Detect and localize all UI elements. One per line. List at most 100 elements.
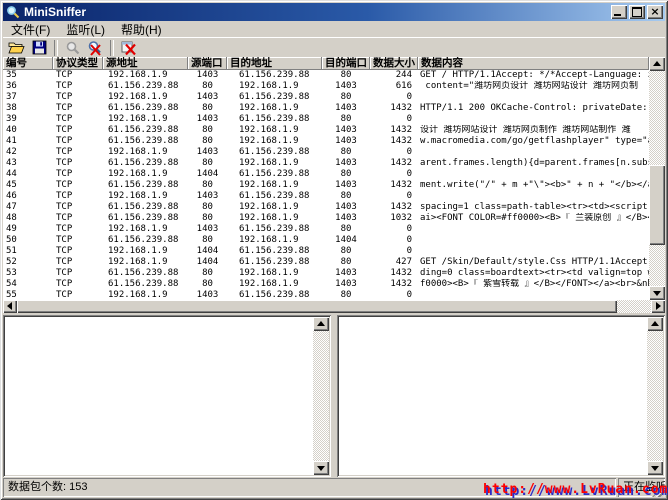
maximize-icon <box>632 7 642 17</box>
scroll-up-button[interactable] <box>313 317 329 331</box>
table-horizontal-scrollbar[interactable] <box>3 300 665 313</box>
column-header-6[interactable]: 数据大小 <box>370 57 418 70</box>
detail-panel-left[interactable] <box>3 315 331 477</box>
cell: 61.156.239.88 <box>103 235 188 246</box>
cell: 616 <box>370 81 418 92</box>
table-row[interactable]: 35TCP192.168.1.9140361.156.239.8880244GE… <box>3 70 649 81</box>
cell: 192.168.1.9 <box>103 257 188 268</box>
cell: content="潍坊网页设计 潍坊网站设计 潍坊网页制 <box>418 81 649 92</box>
cell: 1403 <box>322 81 370 92</box>
table-row[interactable]: 51TCP192.168.1.9140461.156.239.88800 <box>3 246 649 257</box>
table-row[interactable]: 50TCP61.156.239.8880192.168.1.914040 <box>3 235 649 246</box>
table-vertical-scrollbar[interactable] <box>649 57 665 300</box>
exit-capture-button[interactable] <box>117 38 140 58</box>
column-header-1[interactable]: 协议类型 <box>53 57 103 70</box>
menu-file[interactable]: 文件(F) <box>3 20 58 39</box>
cell: 1432 <box>370 268 418 279</box>
cell: 80 <box>188 125 227 136</box>
cell <box>418 169 649 180</box>
menu-listen[interactable]: 监听(L) <box>58 20 113 39</box>
cell: 192.168.1.9 <box>227 268 322 279</box>
cell: 61.156.239.88 <box>103 158 188 169</box>
cell: 192.168.1.9 <box>103 114 188 125</box>
table-row[interactable]: 55TCP192.168.1.9140361.156.239.88800 <box>3 290 649 300</box>
scroll-down-button[interactable] <box>649 286 665 300</box>
cell: 1432 <box>370 125 418 136</box>
minimize-icon <box>614 14 621 16</box>
cell: 35 <box>3 70 53 81</box>
scroll-down-button[interactable] <box>313 461 329 475</box>
vertical-scroll-thumb[interactable] <box>649 165 665 245</box>
arrow-up-icon <box>317 321 325 326</box>
cell: 1432 <box>370 279 418 290</box>
titlebar[interactable]: MiniSniffer × <box>3 3 665 21</box>
table-row[interactable]: 54TCP61.156.239.8880192.168.1.914031432f… <box>3 279 649 290</box>
column-header-2[interactable]: 源地址 <box>103 57 188 70</box>
cell: 61.156.239.88 <box>103 125 188 136</box>
cell: 192.168.1.9 <box>227 103 322 114</box>
table-row[interactable]: 41TCP61.156.239.8880192.168.1.914031432w… <box>3 136 649 147</box>
table-row[interactable]: 37TCP192.168.1.9140361.156.239.88800 <box>3 92 649 103</box>
scroll-right-button[interactable] <box>651 300 665 313</box>
cell: TCP <box>53 136 103 147</box>
cell <box>418 147 649 158</box>
cell: 0 <box>370 169 418 180</box>
scroll-up-button[interactable] <box>647 317 663 331</box>
maximize-button[interactable] <box>629 5 645 19</box>
cell: ai><FONT COLOR=#ff0000><B>『 兰装原创 』</B></ <box>418 213 649 224</box>
table-row[interactable]: 45TCP61.156.239.8880192.168.1.914031432m… <box>3 180 649 191</box>
table-row[interactable]: 43TCP61.156.239.8880192.168.1.914031432a… <box>3 158 649 169</box>
arrow-down-icon <box>317 466 325 471</box>
table-row[interactable]: 39TCP192.168.1.9140361.156.239.88800 <box>3 114 649 125</box>
detail-panel-right[interactable] <box>337 315 665 477</box>
cell: TCP <box>53 125 103 136</box>
cell: GET / HTTP/1.1Accept: */*Accept-Language… <box>418 70 649 81</box>
cell: 192.168.1.9 <box>103 70 188 81</box>
cell: 192.168.1.9 <box>227 180 322 191</box>
close-button[interactable]: × <box>647 5 663 19</box>
column-header-4[interactable]: 目的地址 <box>227 57 322 70</box>
column-header-3[interactable]: 源端口 <box>188 57 227 70</box>
cell: 61.156.239.88 <box>103 103 188 114</box>
exit-capture-icon <box>120 40 137 56</box>
cell: 192.168.1.9 <box>103 169 188 180</box>
stop-capture-button[interactable] <box>84 38 107 58</box>
cell: 1432 <box>370 136 418 147</box>
table-row[interactable]: 42TCP192.168.1.9140361.156.239.88800 <box>3 147 649 158</box>
table-row[interactable]: 48TCP61.156.239.8880192.168.1.914031032a… <box>3 213 649 224</box>
cell: 192.168.1.9 <box>103 92 188 103</box>
table-row[interactable]: 46TCP192.168.1.9140361.156.239.88800 <box>3 191 649 202</box>
cell: TCP <box>53 169 103 180</box>
scroll-up-button[interactable] <box>649 57 665 71</box>
right-panel-scrollbar[interactable] <box>647 317 663 475</box>
table-row[interactable]: 53TCP61.156.239.8880192.168.1.914031432d… <box>3 268 649 279</box>
scroll-left-button[interactable] <box>3 300 17 313</box>
menu-help[interactable]: 帮助(H) <box>113 20 170 39</box>
cell: 192.168.1.9 <box>103 290 188 300</box>
table-row[interactable]: 52TCP192.168.1.9140461.156.239.8880427GE… <box>3 257 649 268</box>
horizontal-scroll-thumb[interactable] <box>17 300 617 313</box>
table-row[interactable]: 38TCP61.156.239.8880192.168.1.914031432H… <box>3 103 649 114</box>
left-panel-scrollbar[interactable] <box>313 317 329 475</box>
column-header-5[interactable]: 目的端口 <box>322 57 370 70</box>
save-icon <box>32 40 47 55</box>
column-header-0[interactable]: 编号 <box>3 57 53 70</box>
cell: 1403 <box>322 202 370 213</box>
table-row[interactable]: 36TCP61.156.239.8880192.168.1.91403616 c… <box>3 81 649 92</box>
table-row[interactable]: 44TCP192.168.1.9140461.156.239.88800 <box>3 169 649 180</box>
table-row[interactable]: 40TCP61.156.239.8880192.168.1.914031432设… <box>3 125 649 136</box>
packet-rows: 35TCP192.168.1.9140361.156.239.8880244GE… <box>3 70 649 300</box>
open-button[interactable] <box>5 38 28 58</box>
table-row[interactable]: 47TCP61.156.239.8880192.168.1.914031432s… <box>3 202 649 213</box>
cell: 1403 <box>322 279 370 290</box>
cell <box>418 290 649 300</box>
column-header-7[interactable]: 数据内容 <box>418 57 649 70</box>
packet-table-main: 编号协议类型源地址源端口目的地址目的端口数据大小数据内容 35TCP192.16… <box>3 57 649 300</box>
arrow-up-icon <box>653 61 661 66</box>
table-row[interactable]: 49TCP192.168.1.9140361.156.239.88800 <box>3 224 649 235</box>
scroll-down-button[interactable] <box>647 461 663 475</box>
save-button[interactable] <box>28 38 51 58</box>
minimize-button[interactable] <box>611 5 627 19</box>
cell: 80 <box>322 147 370 158</box>
start-capture-button[interactable] <box>61 38 84 58</box>
